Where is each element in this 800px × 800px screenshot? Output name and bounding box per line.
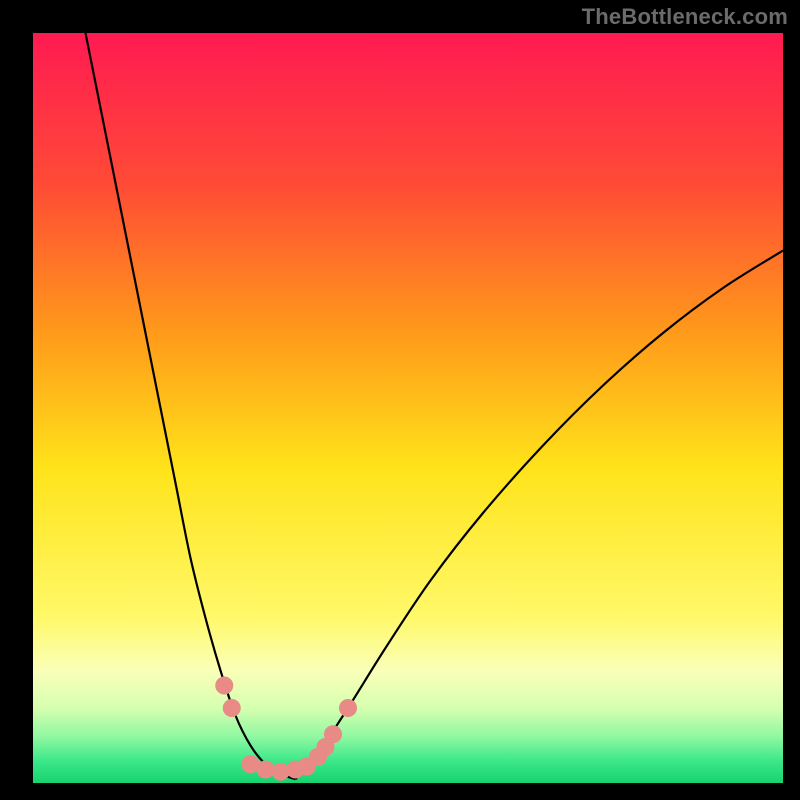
watermark-text: TheBottleneck.com <box>582 4 788 30</box>
chart-frame: TheBottleneck.com <box>0 0 800 800</box>
highlight-dot <box>215 677 233 695</box>
highlight-dot <box>324 725 342 743</box>
bottleneck-chart <box>33 33 783 783</box>
highlight-dot <box>223 699 241 717</box>
highlight-dot <box>339 699 357 717</box>
chart-background <box>33 33 783 783</box>
